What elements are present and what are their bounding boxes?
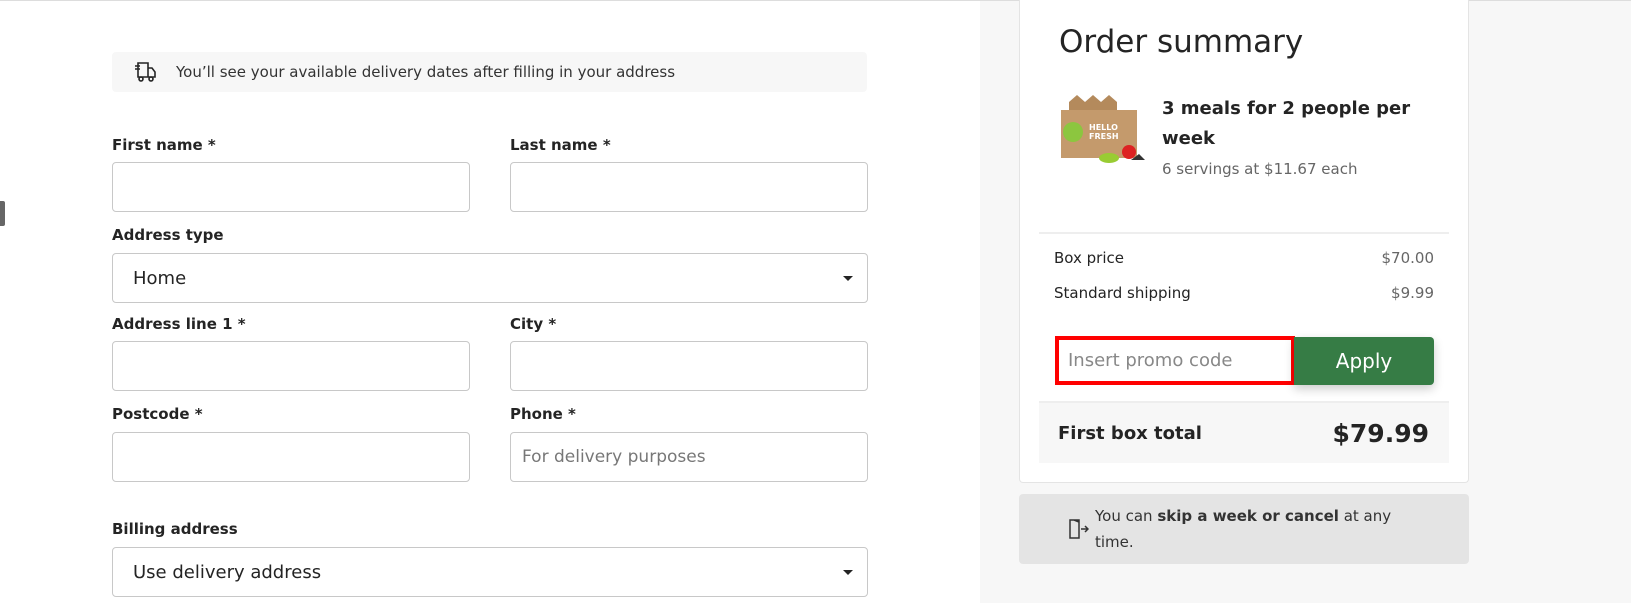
address-type-value: Home	[133, 267, 187, 289]
phone-placeholder: For delivery purposes	[522, 447, 706, 467]
billing-address-value: Use delivery address	[133, 561, 322, 583]
phone-input[interactable]: For delivery purposes	[510, 432, 868, 482]
svg-text:HELLO: HELLO	[1089, 123, 1118, 132]
meal-box-image: HELLO FRESH	[1061, 95, 1145, 163]
delivery-notice-text: You’ll see your available delivery dates…	[176, 63, 676, 81]
skip-bold: skip a week or cancel	[1157, 507, 1339, 525]
delivery-truck-icon	[135, 62, 156, 82]
shipping-row: Standard shipping $9.99	[1054, 284, 1434, 302]
divider	[1039, 232, 1449, 234]
shipping-value: $9.99	[1391, 284, 1434, 302]
billing-address-label: Billing address	[112, 520, 238, 538]
box-price-label: Box price	[1054, 249, 1124, 267]
address-type-label: Address type	[112, 226, 224, 244]
chevron-down-icon	[843, 275, 853, 281]
city-input[interactable]	[510, 341, 868, 391]
address-type-select[interactable]: Home	[112, 253, 868, 303]
exit-door-icon	[1069, 519, 1089, 539]
promo-code-placeholder: Insert promo code	[1068, 350, 1233, 371]
phone-label: Phone *	[510, 405, 576, 423]
billing-address-select[interactable]: Use delivery address	[112, 547, 868, 597]
order-summary-title: Order summary	[1059, 24, 1304, 60]
skip-prefix: You can	[1095, 507, 1158, 525]
shipping-label: Standard shipping	[1054, 284, 1191, 302]
total-row: First box total $79.99	[1039, 401, 1449, 463]
postcode-input[interactable]	[112, 432, 470, 482]
postcode-label: Postcode *	[112, 405, 203, 423]
total-value: $79.99	[1332, 418, 1429, 448]
address-line1-label: Address line 1 *	[112, 315, 246, 333]
box-price-value: $70.00	[1381, 249, 1435, 267]
address-line1-input[interactable]	[112, 341, 470, 391]
chevron-down-icon	[843, 569, 853, 575]
product-title: 3 meals for 2 people per week	[1162, 98, 1411, 149]
scrollbar-handle[interactable]	[0, 201, 5, 226]
first-name-input[interactable]	[112, 162, 470, 212]
total-label: First box total	[1058, 422, 1202, 444]
product-subtitle: 6 servings at $11.67 each	[1162, 160, 1358, 178]
delivery-notice: You’ll see your available delivery dates…	[112, 52, 867, 92]
city-label: City *	[510, 315, 557, 333]
last-name-label: Last name *	[510, 136, 611, 154]
skip-cancel-notice: You can skip a week or cancel at any tim…	[1019, 494, 1469, 564]
promo-code-input[interactable]: Insert promo code	[1055, 336, 1295, 385]
box-price-row: Box price $70.00	[1054, 249, 1434, 267]
svg-text:FRESH: FRESH	[1089, 132, 1119, 141]
apply-button[interactable]: Apply	[1294, 337, 1434, 385]
first-name-label: First name *	[112, 136, 216, 154]
last-name-input[interactable]	[510, 162, 868, 212]
